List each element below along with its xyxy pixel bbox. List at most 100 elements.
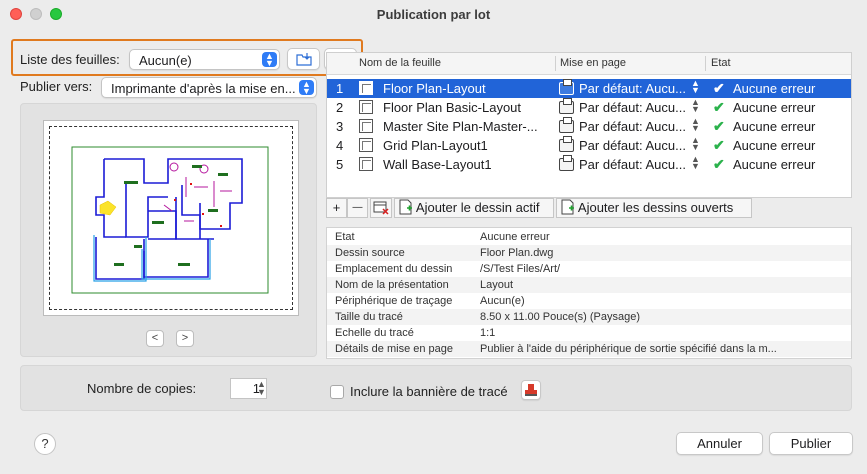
table-header: Nom de la feuille Mise en page Etat (327, 53, 851, 75)
status: Aucune erreur (733, 138, 816, 153)
copies-label: Nombre de copies: (87, 381, 197, 396)
plotter-icon (559, 136, 574, 152)
detail-key: Nom de la présentation (335, 279, 449, 291)
detail-value: 8.50 x 11.00 Pouce(s) (Paysage) (480, 311, 640, 323)
next-sheet-button[interactable]: > (176, 330, 194, 347)
detail-value: Aucune erreur (480, 231, 550, 243)
column-divider (705, 56, 706, 71)
chevron-updown-icon: ▲ ▼ (262, 52, 277, 68)
status: Aucune erreur (733, 81, 816, 96)
detail-row: Détails de mise en page Publier à l'aide … (327, 341, 851, 357)
checkmark-icon: ✔ (713, 118, 725, 134)
sheet-name: Grid Plan-Layout1 (383, 138, 488, 153)
column-sheet-name[interactable]: Nom de la feuille (359, 57, 441, 69)
floor-plan-thumbnail (71, 146, 269, 294)
detail-row: Nom de la présentation Layout (327, 277, 851, 293)
detail-value: Publier à l'aide du périphérique de sort… (480, 343, 777, 355)
publish-to-label: Publier vers: (20, 79, 93, 94)
detail-key: Périphérique de traçage (335, 295, 453, 307)
status: Aucune erreur (733, 157, 816, 172)
load-sheet-list-button[interactable] (287, 48, 320, 70)
sheet-name: Floor Plan Basic-Layout (383, 100, 522, 115)
page-setup[interactable]: Par défaut: Aucu... (579, 119, 686, 134)
sheet-icon (359, 138, 373, 152)
remove-sheet-list-button[interactable] (370, 198, 392, 218)
chevron-updown-icon[interactable]: ▲ ▼ (691, 155, 700, 171)
chevron-updown-icon[interactable]: ▲ ▼ (691, 117, 700, 133)
table-row[interactable]: 3 Master Site Plan-Master-... Par défaut… (327, 117, 851, 136)
column-page-setup[interactable]: Mise en page (560, 57, 626, 69)
table-row[interactable]: 5 Wall Base-Layout1 Par défaut: Aucu... … (327, 155, 851, 174)
page-setup[interactable]: Par défaut: Aucu... (579, 157, 686, 172)
help-button[interactable]: ? (34, 433, 56, 455)
checkmark-icon: ✔ (713, 156, 725, 172)
sheet-icon (359, 81, 373, 95)
table-row[interactable]: 4 Grid Plan-Layout1 Par défaut: Aucu... … (327, 136, 851, 155)
publish-options-panel: Nombre de copies: 1 ▲ ▼ Inclure la banniè… (20, 365, 852, 411)
detail-key: Détails de mise en page (335, 343, 454, 355)
status: Aucune erreur (733, 119, 816, 134)
sheet-list-label: Liste des feuilles: (20, 52, 120, 67)
row-number: 5 (336, 157, 344, 172)
add-current-drawing-button[interactable]: Ajouter le dessin actif (394, 198, 554, 218)
checkmark-icon: ✔ (713, 80, 725, 96)
sheet-name: Wall Base-Layout1 (383, 157, 492, 172)
detail-row: Etat Aucune erreur (327, 229, 851, 245)
row-number: 2 (336, 100, 344, 115)
sheet-list-dropdown[interactable]: Aucun(e) ▲ ▼ (129, 49, 280, 70)
add-open-drawings-button[interactable]: Ajouter les dessins ouverts (556, 198, 752, 218)
sheet-icon (359, 157, 373, 171)
add-sheet-icon (399, 199, 412, 215)
column-status[interactable]: Etat (711, 57, 731, 69)
table-row[interactable]: 2 Floor Plan Basic-Layout Par défaut: Au… (327, 98, 851, 117)
folder-load-icon (295, 53, 312, 66)
detail-row: Echelle du tracé 1:1 (327, 325, 851, 341)
sheet-icon (359, 119, 373, 133)
detail-key: Taille du tracé (335, 311, 403, 323)
row-number: 3 (336, 119, 344, 134)
publish-button[interactable]: Publier (769, 432, 853, 455)
detail-row: Dessin source Floor Plan.dwg (327, 245, 851, 261)
banner-checkbox[interactable] (330, 385, 344, 399)
chevron-updown-icon[interactable]: ▲ ▼ (691, 98, 700, 114)
row-number: 4 (336, 138, 344, 153)
detail-value: Layout (480, 279, 514, 291)
detail-key: Emplacement du dessin (335, 263, 453, 275)
status: Aucune erreur (733, 100, 816, 115)
sheet-preview (43, 120, 299, 316)
copies-stepper[interactable]: ▲ ▼ (257, 380, 266, 397)
sheet-name: Master Site Plan-Master-... (383, 119, 538, 134)
page-setup[interactable]: Par défaut: Aucu... (579, 100, 686, 115)
remove-sheet-button[interactable]: — (347, 198, 368, 218)
table-row[interactable]: 1 Floor Plan-Layout Par défaut: Aucu... … (327, 79, 851, 98)
page-setup[interactable]: Par défaut: Aucu... (579, 81, 686, 96)
detail-value: Aucun(e) (480, 295, 525, 307)
checkmark-icon: ✔ (713, 99, 725, 115)
previous-sheet-button[interactable]: < (146, 330, 164, 347)
plotter-icon (559, 79, 574, 95)
banner-label: Inclure la bannière de tracé (350, 384, 508, 399)
detail-value: /S/Test Files/Art/ (480, 263, 561, 275)
sheet-table: Nom de la feuille Mise en page Etat 1 Fl… (326, 52, 852, 198)
page-setup[interactable]: Par défaut: Aucu... (579, 138, 686, 153)
plot-stamp-settings-button[interactable] (521, 380, 541, 400)
sheet-icon (359, 100, 373, 114)
cancel-button[interactable]: Annuler (676, 432, 763, 455)
plotter-icon (559, 117, 574, 133)
chevron-updown-icon[interactable]: ▲ ▼ (691, 79, 700, 95)
chevron-updown-icon[interactable]: ▲ ▼ (691, 136, 700, 152)
batch-publish-window: Publication par lot Liste des feuilles: … (0, 0, 867, 474)
detail-value: Floor Plan.dwg (480, 247, 554, 259)
add-sheets-icon (561, 199, 574, 215)
publish-to-dropdown[interactable]: Imprimante d'après la mise en... ▲ ▼ (101, 77, 317, 98)
row-number: 1 (336, 81, 344, 96)
sheet-list-value: Aucun(e) (139, 53, 192, 68)
detail-key: Echelle du tracé (335, 327, 414, 339)
title-bar: Publication par lot (0, 0, 867, 28)
plotter-icon (559, 98, 574, 114)
detail-key: Dessin source (335, 247, 405, 259)
plotter-icon (559, 155, 574, 171)
add-sheet-button[interactable]: + (326, 198, 347, 218)
detail-row: Périphérique de traçage Aucun(e) (327, 293, 851, 309)
sheet-name: Floor Plan-Layout (383, 81, 486, 96)
